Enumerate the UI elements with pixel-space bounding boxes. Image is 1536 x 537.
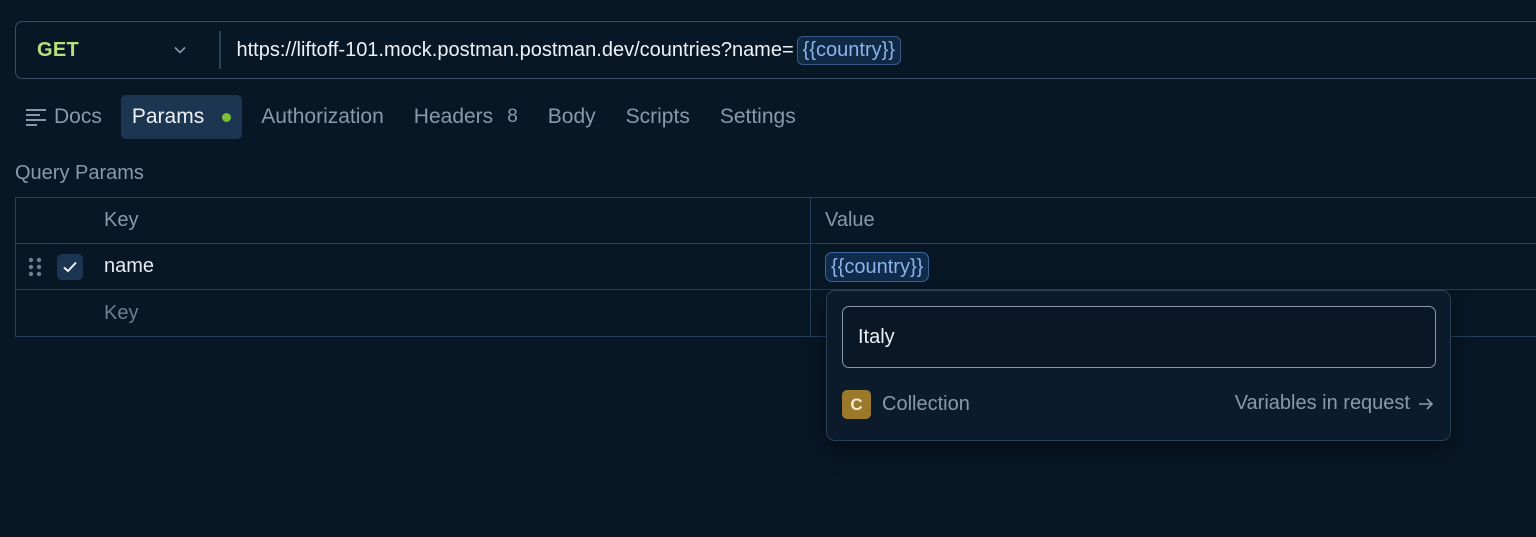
request-url-bar: GET https://liftoff-101.mock.postman.pos…: [15, 21, 1536, 79]
value-cell[interactable]: {{country}}: [811, 244, 1536, 289]
params-indicator-dot: [222, 112, 232, 122]
tab-docs[interactable]: Docs: [15, 95, 113, 139]
url-input[interactable]: https://liftoff-101.mock.postman.postman…: [221, 35, 901, 65]
tab-headers-label: Headers: [413, 105, 494, 128]
collection-badge-icon: C: [842, 390, 871, 419]
key-column-header: Key: [16, 198, 811, 243]
tab-params-label: Params: [131, 105, 205, 128]
tab-docs-label: Docs: [54, 105, 102, 128]
tab-scripts-label: Scripts: [625, 105, 690, 128]
variable-value-input[interactable]: [842, 306, 1436, 368]
param-key: name: [104, 255, 155, 277]
tab-body-label: Body: [547, 105, 596, 128]
url-base: https://liftoff-101.mock.postman.postman…: [236, 38, 794, 61]
value-column-header: Value: [811, 198, 1536, 243]
drag-handle-icon[interactable]: [27, 256, 43, 278]
query-params-title: Query Params: [15, 162, 144, 184]
value-header-label: Value: [825, 209, 875, 231]
table-row: name {{country}}: [16, 244, 1536, 290]
tab-authorization[interactable]: Authorization: [250, 95, 395, 139]
variables-in-request-label: Variables in request: [1234, 392, 1410, 414]
method-label: GET: [37, 38, 80, 61]
variable-scope: C Collection: [842, 390, 970, 419]
tab-body[interactable]: Body: [537, 95, 607, 139]
table-header-row: Key Value: [16, 198, 1536, 244]
key-header-label: Key: [104, 209, 139, 231]
url-variable-chip[interactable]: {{country}}: [796, 35, 901, 65]
new-key-placeholder: Key: [104, 301, 139, 324]
arrow-right-icon: [1419, 397, 1434, 410]
param-value-variable-chip[interactable]: {{country}}: [825, 251, 930, 282]
checkmark-icon: [63, 261, 77, 273]
row-enabled-checkbox[interactable]: [57, 254, 83, 280]
tab-settings-label: Settings: [719, 105, 796, 128]
tab-scripts[interactable]: Scripts: [615, 95, 701, 139]
tab-authorization-label: Authorization: [261, 105, 384, 128]
tab-settings[interactable]: Settings: [709, 95, 807, 139]
docs-icon: [26, 109, 46, 126]
headers-count: 8: [507, 106, 518, 127]
key-cell[interactable]: name: [16, 244, 811, 289]
chevron-down-icon: [174, 46, 186, 54]
tab-params[interactable]: Params: [120, 95, 243, 139]
variable-popover: C Collection Variables in request: [826, 290, 1451, 441]
request-tabs: Docs Params Authorization Headers 8 Body…: [15, 95, 815, 139]
tab-headers[interactable]: Headers 8: [403, 95, 529, 139]
scope-label: Collection: [882, 393, 970, 415]
variables-in-request-link[interactable]: Variables in request: [1235, 392, 1435, 415]
method-selector[interactable]: GET: [16, 22, 219, 78]
new-key-cell[interactable]: Key: [16, 290, 811, 336]
